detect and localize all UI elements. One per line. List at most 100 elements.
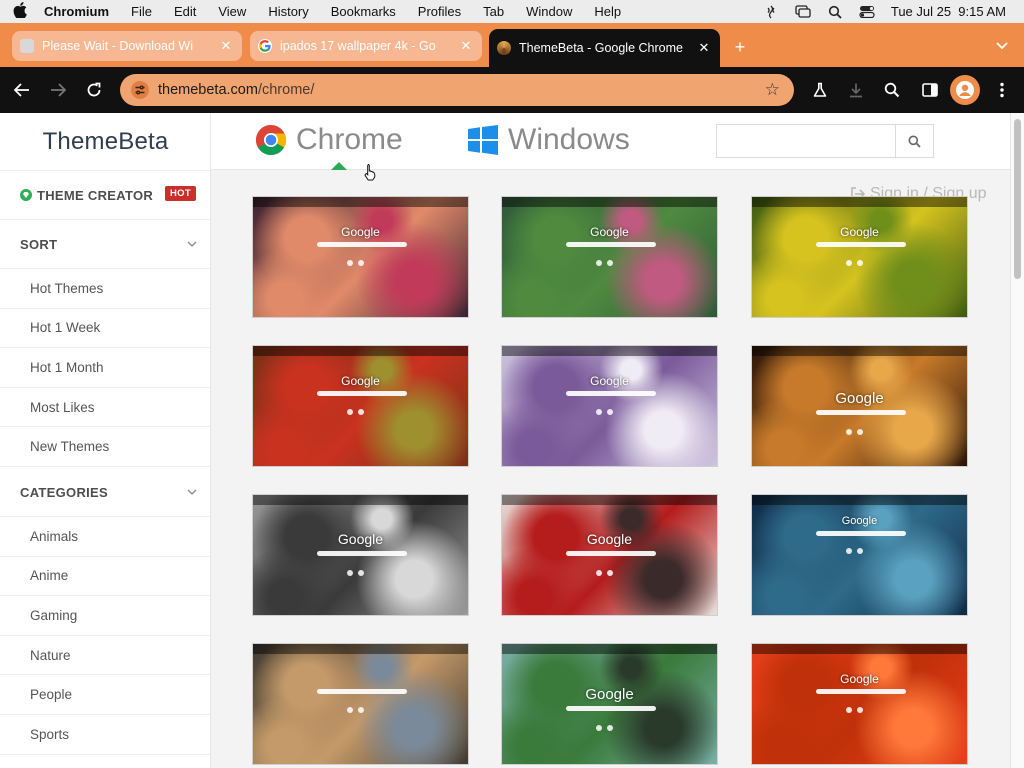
nav-windows[interactable]: Windows [467, 123, 630, 157]
sort-section-header[interactable]: SORT [0, 220, 211, 269]
bookmark-star-icon[interactable]: ☆ [765, 80, 780, 100]
address-bar[interactable]: themebeta.com/chrome/ ☆ [120, 74, 794, 106]
theme-card[interactable]: Google [501, 196, 718, 318]
sidebar-item-anime[interactable]: Anime [0, 557, 211, 597]
screen-mirroring-icon[interactable] [795, 5, 811, 19]
nav-chrome[interactable]: Chrome [255, 123, 403, 157]
sidebar-item-hot-themes[interactable]: Hot Themes [0, 269, 211, 309]
theme-preview-google-label: Google [337, 531, 384, 547]
new-tab-plus-icon[interactable]: + [731, 37, 749, 58]
sidebar-item-most-likes[interactable]: Most Likes [0, 388, 211, 428]
theme-card[interactable]: Google [751, 643, 968, 765]
hot-badge: HOT [165, 186, 196, 201]
siri-icon[interactable] [763, 5, 779, 19]
windows-logo-icon [468, 125, 498, 155]
close-icon[interactable]: ✕ [696, 40, 712, 56]
tab-search-chevron-icon[interactable] [996, 39, 1008, 53]
categories-heading: CATEGORIES [20, 484, 108, 500]
menu-window[interactable]: Window [515, 4, 583, 19]
theme-preview-google-label: Google [835, 390, 884, 407]
theme-preview-google-label: Google [585, 686, 634, 703]
theme-card[interactable]: Google [751, 196, 968, 318]
theme-preview-tabbar [752, 644, 967, 654]
more-menu-icon[interactable] [990, 78, 1014, 102]
theme-card[interactable] [252, 643, 469, 765]
tab-title: ThemeBeta - Google Chrome [519, 41, 683, 55]
theme-preview-tabbar [752, 346, 967, 356]
profile-avatar-icon[interactable] [950, 75, 980, 105]
menu-profiles[interactable]: Profiles [407, 4, 472, 19]
theme-preview-searchbox [566, 551, 656, 556]
tab-please-wait[interactable]: Please Wait - Download Wi ✕ [12, 31, 242, 61]
search-icon [908, 135, 921, 148]
theme-card[interactable]: Google [501, 494, 718, 616]
menubar-clock[interactable]: Tue Jul 25 9:15 AM [891, 4, 1006, 19]
control-center-icon[interactable] [859, 5, 875, 19]
site-logo[interactable]: ThemeBeta [0, 113, 211, 170]
scrollbar-thumb[interactable] [1014, 119, 1021, 279]
theme-preview-google-label: Google [341, 225, 380, 239]
theme-card[interactable]: Google [252, 345, 469, 467]
search-input[interactable] [717, 125, 895, 157]
theme-preview-searchbox [816, 410, 906, 415]
menu-file[interactable]: File [120, 4, 163, 19]
theme-card[interactable]: Google [252, 494, 469, 616]
sidebar-item-hot-1-month[interactable]: Hot 1 Month [0, 348, 211, 388]
menu-edit[interactable]: Edit [163, 4, 207, 19]
tab-ipados-wallpaper[interactable]: ipados 17 wallpaper 4k - Go ✕ [250, 31, 482, 61]
side-panel-icon[interactable] [918, 78, 942, 102]
theme-preview-tabbar [502, 197, 717, 207]
search-button[interactable] [895, 125, 933, 157]
tab-themebeta-active[interactable]: ThemeBeta - Google Chrome ✕ [489, 29, 720, 67]
theme-card[interactable]: Google [252, 196, 469, 318]
sidebar-item-hot-1-week[interactable]: Hot 1 Week [0, 309, 211, 349]
sidebar-item-gaming[interactable]: Gaming [0, 596, 211, 636]
nav-windows-label: Windows [508, 123, 630, 156]
theme-preview-searchbox [566, 706, 656, 711]
categories-section-header[interactable]: CATEGORIES [0, 468, 211, 517]
theme-card[interactable]: Google [751, 345, 968, 467]
sidebar-item-nature[interactable]: Nature [0, 636, 211, 676]
menu-history[interactable]: History [257, 4, 319, 19]
labs-flask-icon[interactable] [808, 78, 832, 102]
close-icon[interactable]: ✕ [458, 38, 474, 54]
page-scrollbar[interactable] [1010, 113, 1024, 768]
theme-preview-tabbar [752, 495, 967, 505]
back-arrow-icon[interactable] [10, 78, 34, 102]
theme-preview-shortcuts [596, 718, 626, 731]
theme-creator-link[interactable]: THEME CREATOR HOT [0, 170, 211, 220]
theme-preview-searchbox [566, 391, 656, 396]
close-icon[interactable]: ✕ [218, 38, 234, 54]
chevron-down-icon [187, 239, 197, 250]
spotlight-search-icon[interactable] [827, 5, 843, 19]
forward-arrow-icon[interactable] [46, 78, 70, 102]
url-text[interactable]: themebeta.com/chrome/ [158, 82, 314, 98]
menu-view[interactable]: View [207, 4, 257, 19]
apple-menu-icon[interactable] [0, 1, 40, 22]
menu-help[interactable]: Help [583, 4, 632, 19]
sidebar-item-new-themes[interactable]: New Themes [0, 427, 211, 467]
sidebar-item-sports[interactable]: Sports [0, 715, 211, 755]
theme-card[interactable]: Google [751, 494, 968, 616]
search-icon[interactable] [880, 78, 904, 102]
theme-preview-shortcuts [846, 422, 876, 435]
download-icon[interactable] [844, 78, 868, 102]
reload-icon[interactable] [82, 78, 106, 102]
menu-app-chromium[interactable]: Chromium [40, 4, 120, 19]
theme-card[interactable]: Google [501, 643, 718, 765]
sidebar-item-animals[interactable]: Animals [0, 517, 211, 557]
document-favicon-icon [20, 39, 34, 53]
sidebar-item-people[interactable]: People [0, 675, 211, 715]
hand-pointer-cursor-icon [364, 164, 376, 181]
theme-card[interactable]: Google [501, 345, 718, 467]
theme-preview-shortcuts [846, 700, 876, 713]
sort-heading: SORT [20, 236, 58, 252]
theme-preview-searchbox [816, 531, 906, 536]
menu-tab[interactable]: Tab [472, 4, 515, 19]
site-info-tune-icon[interactable] [128, 78, 152, 102]
theme-preview-tabbar [752, 197, 967, 207]
theme-preview-shortcuts [347, 402, 377, 415]
menu-bookmarks[interactable]: Bookmarks [320, 4, 407, 19]
active-nav-indicator [331, 162, 347, 170]
site-top-nav: Chrome Windows [211, 113, 1010, 170]
